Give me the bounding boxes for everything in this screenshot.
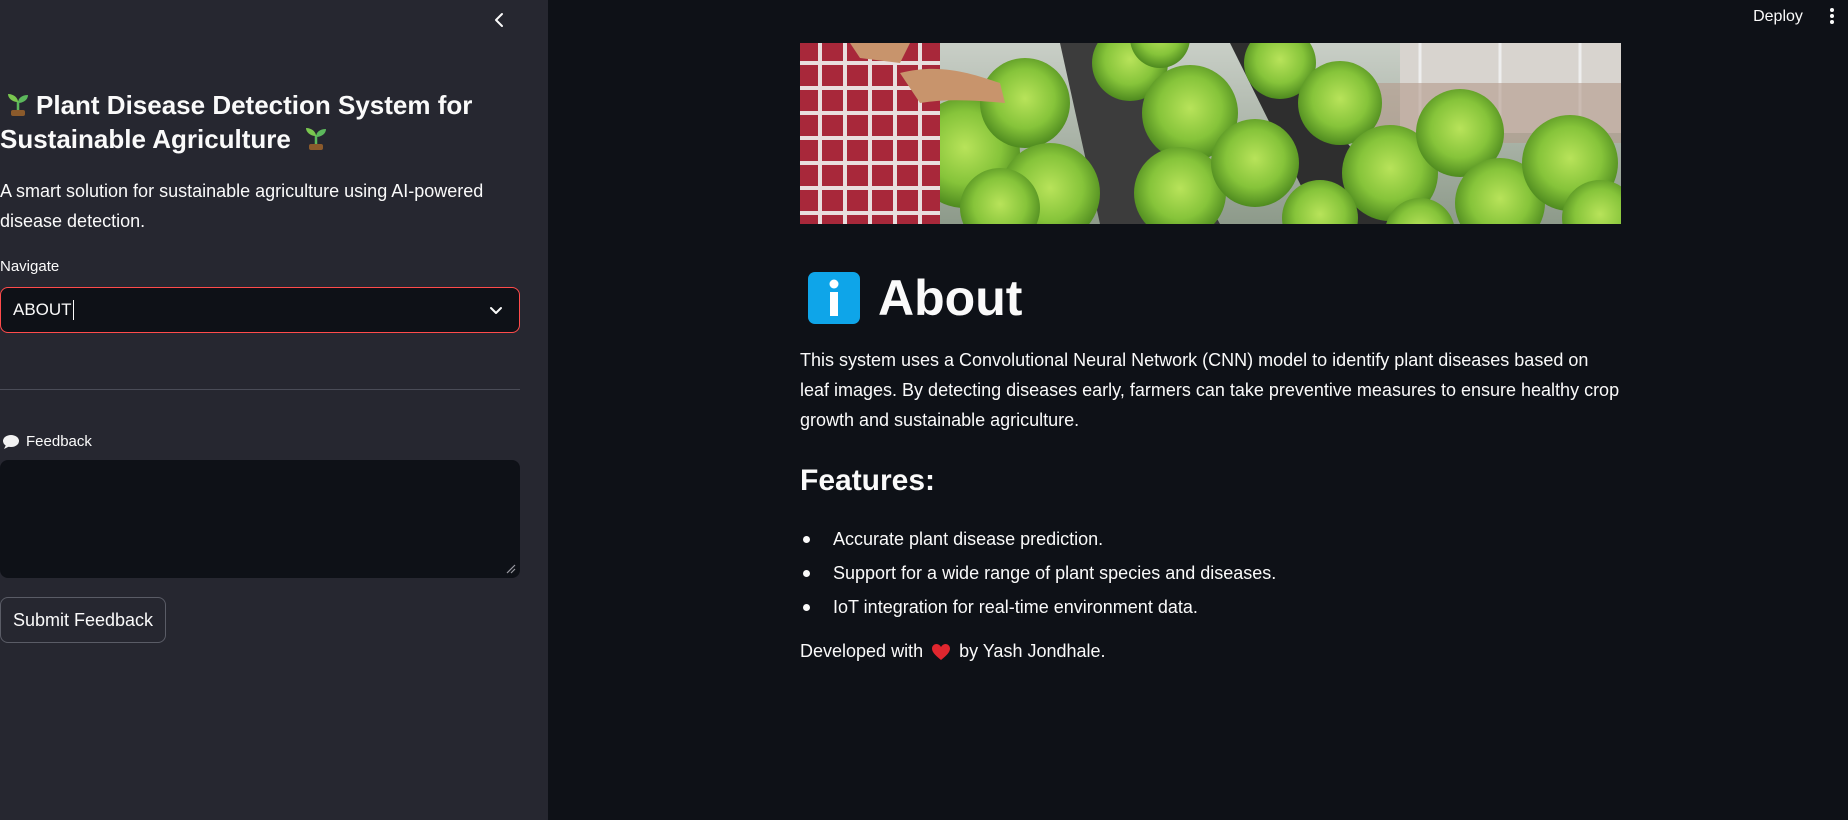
chevron-down-icon: [490, 307, 502, 314]
resize-grip-icon[interactable]: [506, 564, 516, 574]
features-list: Accurate plant disease prediction. Suppo…: [800, 524, 1276, 626]
feedback-label-text: Feedback: [26, 433, 92, 450]
seedling-icon: [8, 94, 28, 116]
sidebar-tagline: A smart solution for sustainable agricul…: [0, 181, 484, 231]
feedback-textarea[interactable]: [0, 460, 520, 578]
deploy-button[interactable]: Deploy: [1744, 5, 1812, 29]
about-heading-text: About: [878, 270, 1023, 326]
feedback-label: Feedback: [2, 433, 92, 450]
collapse-sidebar-button[interactable]: [488, 8, 512, 32]
sidebar: Plant Disease Detection System for Susta…: [0, 0, 548, 820]
about-paragraph: This system uses a Convolutional Neural …: [800, 350, 1620, 430]
features-heading: Features:: [800, 464, 936, 497]
navigate-selected-value: ABOUT: [13, 300, 72, 319]
navigate-label: Navigate: [0, 258, 60, 275]
list-item: Support for a wide range of plant specie…: [800, 558, 1276, 592]
credit-suffix: by Yash Jondhale.: [959, 641, 1106, 661]
sidebar-title-line2: Sustainable Agriculture: [0, 124, 291, 154]
list-item: Accurate plant disease prediction.: [800, 524, 1276, 558]
vertical-dots-icon: [1830, 8, 1834, 24]
list-item: IoT integration for real-time environmen…: [800, 592, 1276, 626]
text-caret: [72, 300, 74, 320]
sidebar-divider: [0, 389, 520, 390]
credit-prefix: Developed with: [800, 641, 924, 661]
developer-credit: Developed with by Yash Jondhale.: [800, 641, 1106, 662]
about-heading: About: [808, 270, 1022, 326]
information-icon: [808, 272, 860, 324]
heart-icon: [932, 643, 951, 660]
chevron-left-icon: [495, 13, 503, 27]
sidebar-title-line1: Plant Disease Detection System for: [36, 90, 473, 120]
navigate-select[interactable]: ABOUT: [0, 287, 520, 333]
speech-balloon-icon: [3, 434, 19, 449]
sidebar-title: Plant Disease Detection System for Susta…: [0, 88, 520, 156]
seedling-icon: [306, 128, 327, 150]
submit-feedback-button[interactable]: Submit Feedback: [0, 597, 166, 643]
banner-image: [800, 43, 1621, 224]
main-menu-button[interactable]: [1822, 4, 1842, 28]
